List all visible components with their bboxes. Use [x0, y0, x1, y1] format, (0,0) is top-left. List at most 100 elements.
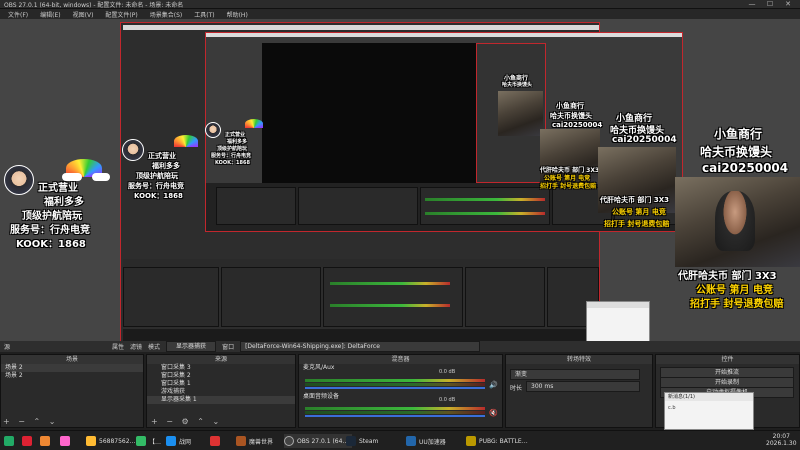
close-button[interactable]: ✕	[780, 0, 796, 9]
notification-popup[interactable]: 新消息(1/1) c.b	[664, 392, 754, 430]
mode-select[interactable]: 显示器捕获	[166, 341, 217, 352]
clock-time: 20:07	[772, 433, 790, 440]
scenes-dock: 场景 场景 2 场景 2 + − ⌃ ⌄	[0, 354, 144, 428]
remove-source-icon[interactable]: −	[166, 417, 173, 426]
window-title: OBS 27.0.1 (64-bit, windows) - 配置文件: 未命名…	[4, 1, 184, 9]
promo-line3: cai20250004	[702, 161, 789, 175]
speaker-icon[interactable]: 🔊	[489, 381, 498, 389]
filters-button[interactable]: 滤镜	[130, 342, 142, 351]
source-item[interactable]: 窗口采集 2	[147, 372, 295, 380]
sources-dock: 来源 窗口采集 3 窗口采集 2 窗口采集 1 游戏捕获 显示器采集 1 + −…	[146, 354, 296, 428]
mixer-level-1: 0.0 dB	[439, 369, 456, 375]
maximize-button[interactable]: ☐	[762, 0, 778, 9]
docks: 场景 场景 2 场景 2 + − ⌃ ⌄ 来源 窗口采集 3 窗口采集 2 窗口…	[0, 352, 800, 430]
badge-service: 服务号：行舟电竞	[10, 225, 90, 236]
menu-view[interactable]: 视图(V)	[67, 10, 100, 19]
taskbar-item[interactable]	[40, 434, 53, 448]
taskbar-item[interactable]: 战网	[166, 434, 191, 448]
menu-scene-collection[interactable]: 场景集合(S)	[144, 10, 189, 19]
audio-meter-1	[305, 379, 485, 382]
promo-badge-main: 正式营业 福利多多 顶级护航陪玩 服务号：行舟电竞 KOOK：1868	[0, 157, 120, 250]
taskbar-item[interactable]: UU加速器	[406, 434, 446, 448]
transition-select[interactable]: 渐变	[510, 369, 640, 380]
promo-line1: 小鱼商行	[714, 127, 763, 141]
taskbar-item[interactable]	[22, 434, 35, 448]
start-button[interactable]	[4, 434, 17, 448]
mute-icon[interactable]: 🔇	[489, 409, 498, 417]
mixer-channel-2: 桌面音频设备	[303, 393, 340, 400]
duration-label: 时长	[510, 385, 523, 392]
title-bar: OBS 27.0.1 (64-bit, windows) - 配置文件: 未命名…	[0, 0, 800, 9]
menu-help[interactable]: 帮助(H)	[221, 10, 254, 19]
menu-edit[interactable]: 编辑(E)	[34, 10, 66, 19]
gear-icon[interactable]: ⚙	[182, 417, 189, 426]
scene-item[interactable]: 场景 2	[1, 372, 143, 380]
anime-avatar	[4, 165, 34, 195]
badge-kook: KOOK：1868	[16, 239, 86, 250]
move-down-icon[interactable]: ⌄	[212, 417, 219, 426]
badge-line1: 正式营业	[38, 183, 78, 194]
source-item[interactable]: 窗口采集 1	[147, 380, 295, 388]
minimize-button[interactable]: —	[744, 0, 760, 9]
taskbar-item[interactable]	[210, 434, 223, 448]
taskbar: 56887562… 【… 战网 魔兽世界 OBS 27.0.1 (64… Ste…	[0, 430, 800, 450]
scene-item[interactable]: 场景 2	[1, 364, 143, 372]
window-label: 窗口	[222, 344, 235, 351]
nested-title-bar	[123, 25, 599, 30]
mixer-header: 混音器	[299, 355, 502, 364]
menu-file[interactable]: 文件(F)	[2, 10, 34, 19]
clock[interactable]: 20:07 2026.1.30	[766, 433, 797, 447]
badge-line3: 顶级护航陪玩	[22, 211, 82, 222]
sources-header: 来源	[147, 355, 295, 364]
source-label: 源	[4, 344, 11, 351]
menu-bar: 文件(F) 编辑(E) 视图(V) 配置文件(P) 场景集合(S) 工具(T) …	[0, 9, 800, 19]
bottom-line3: 招打手 封号退费包赔	[690, 299, 784, 310]
audio-meter-2	[305, 407, 485, 410]
window-select[interactable]: [DeltaForce-Win64-Shipping.exe]: DeltaFo…	[240, 341, 481, 352]
move-up-icon[interactable]: ⌃	[34, 417, 41, 426]
mode-label: 模式	[148, 344, 161, 351]
volume-slider-2[interactable]	[305, 415, 485, 417]
add-source-icon[interactable]: +	[151, 417, 158, 426]
controls-header: 控件	[656, 355, 799, 364]
promo-badge-nested-2: 正式营业 福利多多 顶级护航陪玩 服务号：行舟电竞 KOOK：1868	[205, 119, 265, 169]
menu-tools[interactable]: 工具(T)	[188, 10, 220, 19]
move-up-icon[interactable]: ⌃	[197, 417, 204, 426]
clock-date: 2026.1.30	[766, 440, 797, 447]
source-item[interactable]: 窗口采集 3	[147, 364, 295, 372]
remove-scene-icon[interactable]: −	[18, 417, 25, 426]
taskbar-item[interactable]: 魔兽世界	[236, 434, 273, 448]
scenes-header: 场景	[1, 355, 143, 364]
taskbar-item[interactable]	[60, 434, 73, 448]
source-toolbar: 源 属性 滤镜 模式 显示器捕获 窗口 [DeltaForce-Win64-Sh…	[0, 341, 800, 352]
mixer-channel-1: 麦克风/Aux	[303, 364, 335, 371]
nested-black-display	[262, 43, 482, 183]
properties-button[interactable]: 属性	[112, 342, 124, 351]
preview-canvas[interactable]: 小鱼商行 哈夫币换馒头 正式营业 福利多多 顶级护航陪玩 服务号：行舟电竞 KO…	[0, 19, 800, 347]
volume-slider-1[interactable]	[305, 387, 485, 389]
menu-profile[interactable]: 配置文件(P)	[99, 10, 143, 19]
transitions-dock: 转场特效 渐变 时长 300 ms	[505, 354, 653, 428]
taskbar-item[interactable]: Steam	[346, 434, 378, 448]
add-scene-icon[interactable]: +	[3, 417, 10, 426]
taskbar-item[interactable]: 56887562…	[86, 434, 136, 448]
promo-line2: 哈夫币换馒头	[700, 145, 773, 159]
taskbar-item[interactable]: 【…	[136, 434, 161, 448]
duration-input[interactable]: 300 ms	[526, 381, 640, 392]
popup-body: c.b	[668, 405, 676, 411]
source-item[interactable]: 显示器采集 1	[147, 396, 295, 404]
mixer-dock: 混音器 麦克风/Aux 0.0 dB 🔊 桌面音频设备 0.0 dB 🔇	[298, 354, 503, 428]
move-down-icon[interactable]: ⌄	[49, 417, 56, 426]
popup-title: 新消息(1/1)	[665, 393, 753, 401]
taskbar-item[interactable]: PUBG: BATTLE…	[466, 434, 528, 448]
badge-line2: 福利多多	[44, 197, 84, 208]
promo-badge-nested: 正式营业 福利多多 顶级护航陪玩 服务号：行舟电竞 KOOK：1868	[122, 135, 202, 200]
mixer-level-2: 0.0 dB	[439, 397, 456, 403]
taskbar-item-obs[interactable]: OBS 27.0.1 (64…	[284, 434, 353, 448]
transitions-header: 转场特效	[506, 355, 652, 364]
bottom-line2: 公账号 第月 电竞	[696, 285, 773, 296]
source-item[interactable]: 游戏捕获	[147, 388, 295, 396]
nested-webcam	[498, 91, 543, 136]
webcam-main	[675, 177, 800, 267]
bottom-line1: 代肝哈夫币 部门 3X3	[678, 271, 777, 282]
